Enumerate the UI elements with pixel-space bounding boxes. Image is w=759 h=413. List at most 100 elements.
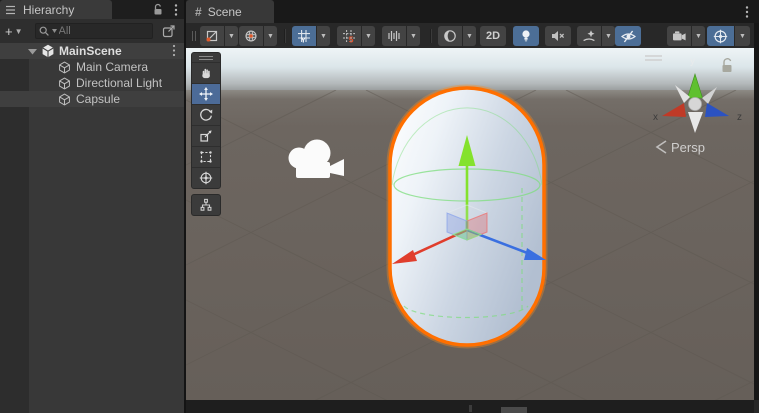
hierarchy-tree: MainScene Main Camera Directional Light … bbox=[0, 43, 184, 413]
draw-mode-button[interactable]: ▼ bbox=[438, 26, 476, 46]
kebab-menu-icon[interactable] bbox=[174, 3, 178, 17]
snap-value-label: 5 bbox=[349, 35, 354, 43]
rotate-tool-button[interactable] bbox=[192, 104, 220, 125]
move-icon bbox=[199, 87, 213, 101]
camera-settings-button[interactable]: ▼ bbox=[667, 26, 705, 46]
search-filter-caret-icon[interactable] bbox=[51, 29, 57, 33]
chevron-down-icon[interactable]: ▼ bbox=[463, 26, 476, 46]
chevron-down-icon[interactable]: ▼ bbox=[225, 26, 238, 46]
handle-position-button[interactable]: ▼ bbox=[200, 26, 238, 46]
hierarchy-search-field[interactable] bbox=[34, 23, 153, 39]
scene-viewport[interactable]: y x z Persp bbox=[186, 48, 754, 400]
chevron-down-icon[interactable]: ▼ bbox=[317, 26, 330, 46]
2d-mode-button[interactable]: 2D bbox=[480, 26, 506, 46]
grid-visibility-button[interactable]: Y ▼ bbox=[292, 26, 330, 46]
bottom-panel-tab-hint bbox=[501, 407, 527, 413]
scene-tabbar: # Scene bbox=[186, 0, 759, 23]
search-input[interactable] bbox=[58, 25, 149, 37]
kebab-menu-icon bbox=[172, 44, 176, 57]
custom-tools-icon bbox=[200, 198, 212, 211]
hierarchy-tab-label: Hierarchy bbox=[23, 2, 75, 17]
scene-panel-kebab[interactable] bbox=[745, 5, 759, 19]
toolbar-separator bbox=[284, 29, 285, 43]
camera-icon bbox=[672, 31, 686, 41]
hierarchy-row-directional-light[interactable]: Directional Light bbox=[0, 75, 184, 91]
foldout-triangle-icon[interactable] bbox=[28, 48, 37, 55]
globe-icon bbox=[245, 30, 257, 42]
2d-label: 2D bbox=[485, 30, 501, 42]
shaded-sphere-icon bbox=[444, 30, 456, 42]
lock-icon[interactable] bbox=[152, 3, 164, 16]
audio-mute-button[interactable] bbox=[545, 26, 571, 46]
chevron-down-icon[interactable]: ▼ bbox=[602, 26, 615, 46]
eye-slash-icon bbox=[620, 30, 636, 42]
toolbar-overlay-handle[interactable] bbox=[192, 31, 196, 41]
plane-handles[interactable] bbox=[445, 204, 489, 241]
kebab-menu-icon bbox=[745, 5, 749, 18]
snap-increment-button[interactable]: 5 ▼ bbox=[337, 26, 375, 46]
hidden-objects-button[interactable] bbox=[615, 26, 641, 46]
pivot-icon bbox=[206, 30, 218, 42]
scene-lighting-button[interactable] bbox=[513, 26, 539, 46]
scene-panel: # Scene ▼ ▼ Y ▼ 5 ▼ ▼ ▼ 2D ▼ ▼ ▼ y x z P… bbox=[186, 0, 759, 413]
hierarchy-tabbar: Hierarchy bbox=[0, 0, 184, 19]
gameobject-cube-icon bbox=[59, 93, 70, 105]
rect-tool-icon bbox=[200, 151, 212, 163]
chevron-down-icon[interactable]: ▼ bbox=[735, 26, 750, 46]
effects-button[interactable]: ▼ bbox=[577, 26, 615, 46]
scale-tool-button[interactable] bbox=[192, 125, 220, 146]
gizmos-button[interactable]: ▼ bbox=[707, 26, 750, 46]
create-object-label: + bbox=[5, 23, 13, 39]
hand-tool-button[interactable] bbox=[192, 62, 220, 83]
custom-tool-button[interactable] bbox=[191, 194, 221, 216]
hierarchy-toolbar: + ▼ bbox=[0, 19, 184, 43]
tools-overlay bbox=[191, 52, 221, 216]
gameobject-cube-icon bbox=[59, 61, 70, 73]
scene-row-label: MainScene bbox=[59, 44, 122, 58]
scene-row-kebab[interactable] bbox=[172, 44, 176, 57]
transform-icon bbox=[199, 171, 213, 185]
popout-button[interactable] bbox=[162, 24, 176, 38]
hierarchy-row-capsule[interactable]: Capsule bbox=[0, 91, 184, 107]
bottom-panel-edge bbox=[186, 400, 754, 413]
speaker-muted-icon bbox=[552, 31, 565, 41]
grid-axis-letter: Y bbox=[301, 37, 306, 43]
tab-hierarchy[interactable]: Hierarchy bbox=[0, 0, 112, 19]
projection-label: Persp bbox=[671, 140, 705, 155]
chevron-down-icon[interactable]: ▼ bbox=[362, 26, 375, 46]
axis-z-label: z bbox=[737, 112, 742, 123]
row-label: Main Camera bbox=[76, 60, 149, 74]
hierarchy-row-main-camera[interactable]: Main Camera bbox=[0, 59, 184, 75]
rect-tool-button[interactable] bbox=[192, 146, 220, 167]
chevron-down-icon[interactable]: ▼ bbox=[692, 26, 705, 46]
row-label: Capsule bbox=[76, 92, 121, 106]
skybox bbox=[186, 48, 754, 90]
create-object-button[interactable]: + ▼ bbox=[0, 24, 27, 39]
gizmos-sphere-icon bbox=[713, 29, 728, 43]
tools-overlay-handle[interactable] bbox=[192, 53, 220, 62]
grid-size-button[interactable]: ▼ bbox=[382, 26, 420, 46]
effects-star-icon bbox=[583, 30, 595, 42]
search-icon bbox=[39, 26, 49, 36]
snap-grid-icon: 5 bbox=[343, 30, 355, 43]
rotate-icon bbox=[200, 108, 213, 121]
toolbar-separator bbox=[430, 29, 431, 43]
scene-viewport-container: y x z Persp bbox=[186, 48, 754, 400]
handle-rotation-button[interactable]: ▼ bbox=[239, 26, 277, 46]
row-label: Directional Light bbox=[76, 76, 163, 90]
scene-toolbar: ▼ ▼ Y ▼ 5 ▼ ▼ ▼ 2D ▼ ▼ ▼ bbox=[186, 23, 759, 48]
gizmo-center-cube[interactable] bbox=[688, 97, 702, 111]
axis-y-label: y bbox=[690, 56, 695, 67]
chevron-down-icon[interactable]: ▼ bbox=[264, 26, 277, 46]
grid-tab-icon: # bbox=[195, 4, 202, 19]
hierarchy-panel: Hierarchy + ▼ All MainScene Main Camera … bbox=[0, 0, 184, 413]
list-icon bbox=[6, 5, 15, 14]
chevron-down-icon[interactable]: ▼ bbox=[407, 26, 420, 46]
tab-scene[interactable]: # Scene bbox=[186, 0, 274, 23]
viewport-right-edge bbox=[754, 23, 759, 400]
transform-tool-button[interactable] bbox=[192, 167, 220, 188]
move-tool-button[interactable] bbox=[192, 83, 220, 104]
grid-icon: Y bbox=[298, 30, 310, 43]
hierarchy-row-scene[interactable]: MainScene bbox=[0, 43, 184, 59]
scene-tab-label: Scene bbox=[207, 4, 242, 19]
